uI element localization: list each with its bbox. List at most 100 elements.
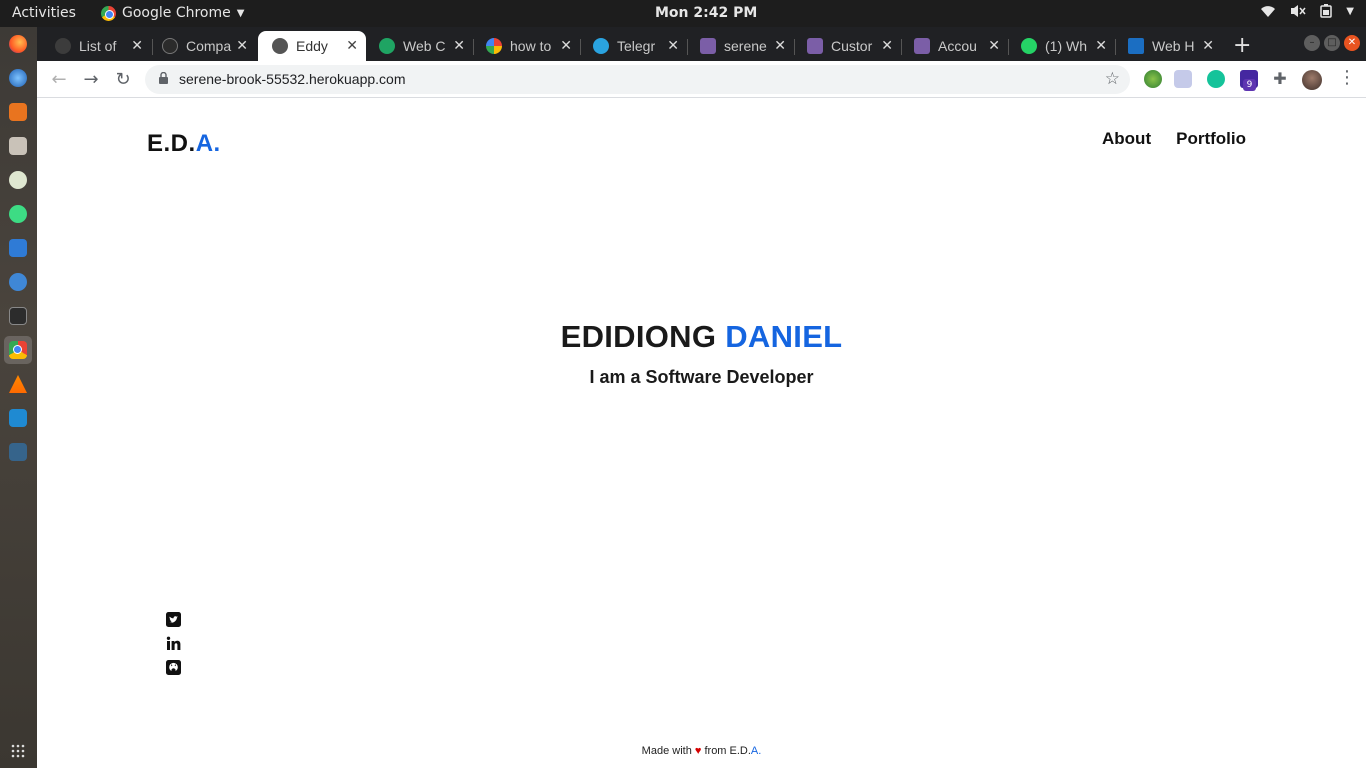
window-close-button[interactable]: ✕ [1344, 35, 1360, 51]
extension-badge: 9 [1243, 79, 1256, 91]
site-nav: About Portfolio [1102, 129, 1246, 149]
app-menu-label: Google Chrome [122, 5, 231, 21]
bookmark-star-icon[interactable]: ☆ [1105, 69, 1120, 89]
tab-label: List of [79, 38, 117, 54]
hero-subtitle: I am a Software Developer [589, 367, 814, 387]
dock-android-studio[interactable] [4, 200, 32, 228]
lock-icon [159, 72, 168, 84]
extension-globe-icon[interactable] [1144, 70, 1162, 88]
chrome-icon [9, 341, 27, 359]
heart-icon: ♥ [694, 745, 702, 757]
footer-from: from E.D. [704, 745, 751, 757]
close-icon[interactable]: ✕ [774, 37, 786, 54]
close-icon[interactable]: ✕ [667, 37, 679, 54]
minimize-button[interactable]: – [1304, 35, 1320, 51]
dock-libreoffice[interactable] [4, 166, 32, 194]
maximize-button[interactable]: □ [1324, 35, 1340, 51]
dock-chrome[interactable] [4, 336, 32, 364]
help-icon [9, 273, 27, 291]
tab-label: Telegr [617, 38, 656, 54]
tab-web-c[interactable]: Web C ✕ [365, 31, 473, 61]
grid-icon [11, 744, 25, 758]
github-icon [162, 38, 178, 54]
tab-serene[interactable]: serene ✕ [686, 31, 794, 61]
back-button[interactable]: ← [46, 67, 72, 93]
wifi-icon [1261, 6, 1276, 17]
dock-firefox[interactable] [4, 30, 32, 58]
avatar[interactable] [1302, 70, 1322, 90]
close-icon[interactable]: ✕ [1202, 37, 1214, 54]
tab-label: Compa [186, 38, 232, 54]
tab-account[interactable]: Accou ✕ [900, 31, 1008, 61]
footer-made-with: Made with [641, 745, 692, 757]
tab-label: Web C [403, 38, 446, 54]
nav-portfolio-link[interactable]: Portfolio [1176, 129, 1246, 149]
tab-compa[interactable]: Compa ✕ [148, 31, 256, 61]
libreoffice-icon [9, 171, 27, 189]
chevron-down-icon: ▼ [1346, 5, 1354, 17]
show-apps-button[interactable] [4, 737, 32, 765]
tab-list-of[interactable]: List of ✕ [41, 31, 151, 61]
nav-about-link[interactable]: About [1102, 129, 1151, 149]
linkedin-icon[interactable] [166, 636, 181, 651]
reload-button[interactable]: ↻ [110, 67, 136, 93]
tab-telegram[interactable]: Telegr ✕ [579, 31, 687, 61]
tab-custom[interactable]: Custor ✕ [793, 31, 901, 61]
close-icon[interactable]: ✕ [131, 37, 143, 54]
dock-vscode[interactable] [4, 404, 32, 432]
site-logo[interactable]: E.D.A. [147, 130, 221, 158]
dock-thunderbird[interactable] [4, 64, 32, 92]
dock-software[interactable] [4, 98, 32, 126]
close-icon[interactable]: ✕ [346, 37, 358, 54]
close-icon[interactable]: ✕ [881, 37, 893, 54]
tab-favicon-icon [379, 38, 395, 54]
tab-how-to[interactable]: how to ✕ [472, 31, 580, 61]
close-icon[interactable]: ✕ [560, 37, 572, 54]
dock-network[interactable] [4, 438, 32, 466]
thunderbird-icon [9, 69, 27, 87]
vscode-icon [9, 409, 27, 427]
footer-accent: A. [750, 745, 762, 757]
github-icon[interactable] [166, 660, 181, 675]
twitter-icon[interactable] [166, 612, 181, 627]
dock-files[interactable] [4, 132, 32, 160]
close-icon[interactable]: ✕ [453, 37, 465, 54]
system-tray[interactable]: ▼ [1260, 4, 1354, 18]
window-controls: – □ ✕ [1304, 35, 1360, 51]
terminal-icon [9, 307, 27, 325]
globe-icon [272, 38, 288, 54]
tab-strip: List of ✕ Compa ✕ Eddy ✕ Web C ✕ how to ✕ Tel… [37, 27, 1366, 61]
close-icon[interactable]: ✕ [236, 37, 248, 54]
telegram-icon [593, 38, 609, 54]
tab-eddy[interactable]: Eddy ✕ [258, 31, 366, 61]
extensions-puzzle-icon[interactable]: ✚ [1271, 70, 1289, 88]
battery-icon [1320, 4, 1333, 18]
site-footer: Made with ♥ from E.D.A. [37, 745, 1366, 757]
app-menu[interactable]: Google Chrome ▼ [101, 5, 244, 21]
hero-title: EDIDIONG DANIEL [37, 319, 1366, 355]
browser-toolbar: ← → ↻ serene-brook-55532.herokuapp.com ☆… [37, 61, 1366, 98]
tab-whatsapp[interactable]: (1) Wh ✕ [1007, 31, 1115, 61]
extension-shield-icon[interactable] [1174, 70, 1192, 88]
address-bar[interactable]: serene-brook-55532.herokuapp.com ☆ [145, 65, 1130, 94]
network-icon [9, 443, 27, 461]
close-icon[interactable]: ✕ [1095, 37, 1107, 54]
tab-label: how to [510, 38, 552, 54]
forward-button[interactable]: → [78, 67, 104, 93]
kebab-menu-icon[interactable]: ⋮ [1338, 67, 1356, 88]
dock-writer[interactable] [4, 234, 32, 262]
tab-web-h[interactable]: Web H ✕ [1114, 31, 1222, 61]
chevron-down-icon: ▼ [236, 7, 245, 19]
dock-terminal[interactable] [4, 302, 32, 330]
writer-icon [9, 239, 27, 257]
new-tab-button[interactable]: + [1233, 33, 1251, 58]
activities-button[interactable]: Activities [12, 5, 76, 21]
dock [0, 27, 37, 768]
close-icon[interactable]: ✕ [988, 37, 1000, 54]
dock-help[interactable] [4, 268, 32, 296]
web-page: E.D.A. About Portfolio EDIDIONG DANIEL I… [37, 98, 1366, 768]
grammarly-icon[interactable] [1207, 70, 1225, 88]
dock-vlc[interactable] [4, 370, 32, 398]
system-clock[interactable]: Mon 2:42 PM [655, 5, 757, 21]
heroku-icon [700, 38, 716, 54]
